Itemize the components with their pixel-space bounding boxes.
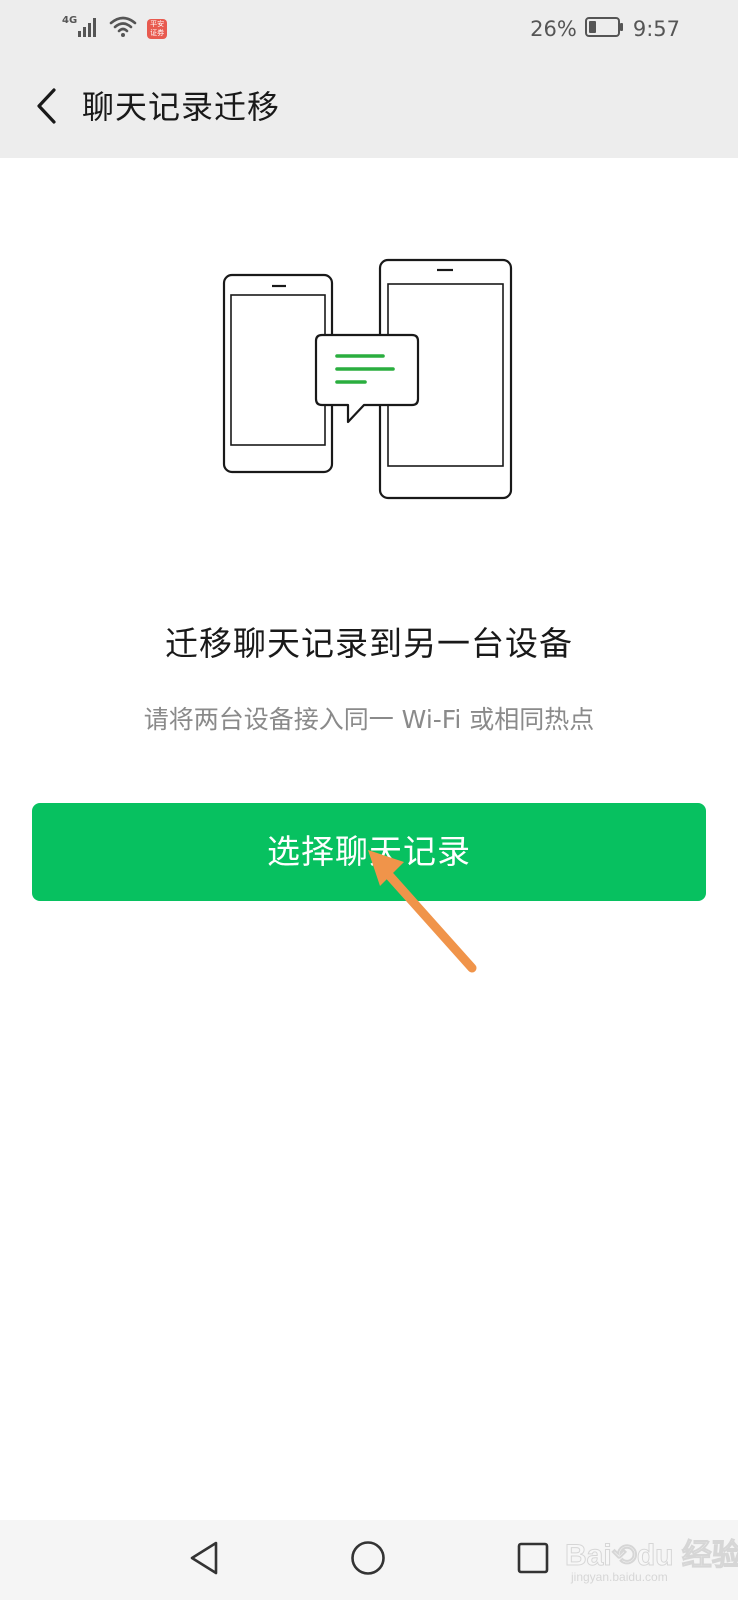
wifi-icon xyxy=(109,16,137,42)
status-right: 26% 9:57 xyxy=(530,14,680,44)
app-notification-badge: 平安证券 xyxy=(147,19,168,39)
network-type-label: 4G xyxy=(62,14,78,26)
nav-back-icon xyxy=(187,1539,221,1581)
battery-percent: 26% xyxy=(530,17,577,41)
nav-recent-button[interactable] xyxy=(507,1534,559,1586)
nav-home-button[interactable] xyxy=(342,1534,394,1586)
status-left: 4G 平安证券 xyxy=(62,14,168,44)
main-heading: 迁移聊天记录到另一台设备 xyxy=(165,624,573,663)
back-button[interactable] xyxy=(24,84,68,132)
header-bar: 聊天记录迁移 xyxy=(0,58,738,158)
phones-transfer-icon xyxy=(215,258,520,513)
instruction-text: 请将两台设备接入同一 Wi-Fi 或相同热点 xyxy=(143,705,595,734)
select-chat-history-button[interactable]: 选择聊天记录 xyxy=(32,803,706,901)
nav-home-icon xyxy=(349,1539,387,1581)
status-bar: 4G 平安证券 26% 9:57 xyxy=(0,0,738,58)
battery-icon xyxy=(584,16,625,43)
page-title: 聊天记录迁移 xyxy=(82,88,281,126)
screen: 4G 平安证券 26% 9:57 聊天记录迁移 迁移聊天记录到另一台设备 请将两… xyxy=(0,0,738,1600)
nav-back-button[interactable] xyxy=(178,1534,230,1586)
baidu-jingyan-watermark: Bai⟲du 经验 jingyan.baidu.com xyxy=(565,1528,738,1588)
clock: 9:57 xyxy=(632,17,680,41)
chevron-left-icon xyxy=(34,87,58,129)
signal-icon xyxy=(77,16,99,42)
watermark-sub-text: jingyan.baidu.com xyxy=(571,1570,668,1584)
nav-recent-icon xyxy=(516,1541,550,1579)
watermark-main-text: Bai⟲du 经验 xyxy=(565,1539,738,1573)
